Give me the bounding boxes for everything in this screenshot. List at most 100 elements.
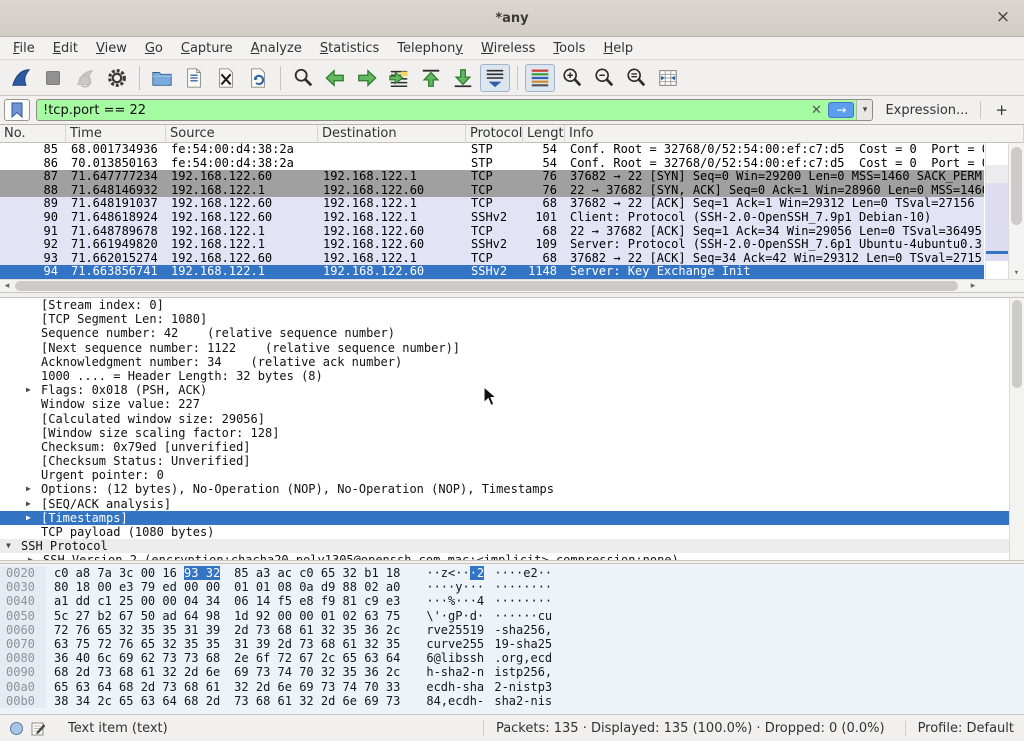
detail-line[interactable]: [Stream index: 0] xyxy=(0,298,1024,312)
detail-line[interactable]: 1000 .... = Header Length: 32 bytes (8) xyxy=(0,369,1024,383)
expert-info-icon[interactable] xyxy=(10,722,23,735)
zoom-in-button[interactable] xyxy=(557,64,587,92)
detail-line[interactable]: Checksum: 0x79ed [unverified] xyxy=(0,440,1024,454)
hex-row[interactable]: 008036 40 6c 69 62 73 73 682e 6f 72 67 2… xyxy=(0,651,1024,665)
tree-collapsed-icon[interactable]: ▶ xyxy=(26,511,41,525)
tree-collapsed-icon[interactable]: ▶ xyxy=(28,553,43,560)
go-back-button[interactable] xyxy=(320,64,350,92)
detail-line[interactable]: Sequence number: 42 (relative sequence n… xyxy=(0,326,1024,340)
packet-row[interactable]: 8971.648191037192.168.122.60192.168.122.… xyxy=(0,197,984,211)
menu-telephony[interactable]: Telephony xyxy=(388,39,472,58)
close-capture-file-button[interactable] xyxy=(211,64,241,92)
find-packet-button[interactable] xyxy=(288,64,318,92)
packet-row[interactable]: 8670.013850163fe:54:00:d4:38:2aSTP54Conf… xyxy=(0,157,984,171)
capture-comment-icon[interactable] xyxy=(31,721,46,736)
column-header-source[interactable]: Source xyxy=(166,125,318,143)
hex-row[interactable]: 006072 76 65 32 35 35 31 392d 73 68 61 3… xyxy=(0,623,1024,637)
filter-input[interactable]: !tcp.port == 22 ✕ → ▾ xyxy=(36,99,873,121)
packet-row[interactable]: 8568.001734936fe:54:00:d4:38:2aSTP54Conf… xyxy=(0,143,984,157)
column-header-no[interactable]: No. xyxy=(0,125,66,143)
hex-row[interactable]: 00b038 34 2c 65 63 64 68 2d73 68 61 32 2… xyxy=(0,694,1024,708)
detail-line[interactable]: [Calculated window size: 29056] xyxy=(0,412,1024,426)
detail-line[interactable]: ▼SSH Protocol xyxy=(0,539,1024,553)
detail-line[interactable]: [TCP Segment Len: 1080] xyxy=(0,312,1024,326)
detail-line[interactable]: [Checksum Status: Unverified] xyxy=(0,454,1024,468)
capture-options-button[interactable] xyxy=(102,64,132,92)
packet-list-scrollbar-thumb[interactable] xyxy=(1011,147,1022,225)
menu-analyze[interactable]: Analyze xyxy=(242,39,311,58)
resize-columns-button[interactable] xyxy=(653,64,683,92)
hex-row[interactable]: 007063 75 72 76 65 32 35 3531 39 2d 73 6… xyxy=(0,637,1024,651)
menu-help[interactable]: Help xyxy=(594,39,642,58)
scroll-down-icon[interactable]: ▾ xyxy=(1009,268,1024,278)
start-capture-button[interactable] xyxy=(6,64,36,92)
hscrollbar-track[interactable] xyxy=(14,280,966,293)
auto-scroll-toggle-button[interactable] xyxy=(480,64,510,92)
detail-line[interactable]: ▶Flags: 0x018 (PSH, ACK) xyxy=(0,383,1024,397)
details-scrollbar[interactable] xyxy=(1009,298,1024,560)
detail-line[interactable]: Acknowledgment number: 34 (relative ack … xyxy=(0,355,1024,369)
go-last-packet-button[interactable] xyxy=(448,64,478,92)
packet-row[interactable]: 9071.648618924192.168.122.60192.168.122.… xyxy=(0,211,984,225)
go-forward-button[interactable] xyxy=(352,64,382,92)
hscrollbar-thumb[interactable] xyxy=(15,281,958,291)
packet-row[interactable]: 8771.647777234192.168.122.60192.168.122.… xyxy=(0,170,984,184)
packet-row[interactable]: 8871.648146932192.168.122.1192.168.122.6… xyxy=(0,184,984,198)
menu-edit[interactable]: Edit xyxy=(44,39,87,58)
reload-capture-file-button[interactable] xyxy=(243,64,273,92)
zoom-out-button[interactable] xyxy=(589,64,619,92)
menu-view[interactable]: View xyxy=(87,39,136,58)
packet-list-minimap[interactable] xyxy=(985,143,1008,279)
menu-wireless[interactable]: Wireless xyxy=(472,39,544,58)
detail-line[interactable]: ▶[SEQ/ACK analysis] xyxy=(0,497,1024,511)
detail-line[interactable]: Window size value: 227 xyxy=(0,397,1024,411)
open-capture-file-button[interactable] xyxy=(147,64,177,92)
tree-expanded-icon[interactable]: ▼ xyxy=(6,539,21,553)
packet-row[interactable]: 9471.663856741192.168.122.1192.168.122.6… xyxy=(0,265,984,279)
filter-history-dropdown-icon[interactable]: ▾ xyxy=(856,99,872,121)
colorize-toggle-button[interactable] xyxy=(525,64,555,92)
filter-expression-button[interactable]: Expression... xyxy=(879,103,974,118)
hex-row[interactable]: 0040a1 dd c1 25 00 00 04 3406 14 f5 e8 f… xyxy=(0,594,1024,608)
detail-line[interactable]: ▶SSH Version 2 (encryption:chacha20_poly… xyxy=(0,553,1024,560)
save-capture-file-button[interactable] xyxy=(179,64,209,92)
tree-collapsed-icon[interactable]: ▶ xyxy=(26,497,41,511)
tree-collapsed-icon[interactable]: ▶ xyxy=(26,383,41,397)
filter-clear-icon[interactable]: ✕ xyxy=(806,103,826,118)
hex-row[interactable]: 00a065 63 64 68 2d 73 68 6132 2d 6e 69 7… xyxy=(0,680,1024,694)
detail-line[interactable]: [Window size scaling factor: 128] xyxy=(0,426,1024,440)
filter-bookmark-button[interactable] xyxy=(4,99,30,121)
menu-file[interactable]: File xyxy=(4,39,44,58)
filter-apply-icon[interactable]: → xyxy=(828,102,854,118)
menu-statistics[interactable]: Statistics xyxy=(311,39,388,58)
detail-line[interactable]: ▶[Timestamps] xyxy=(0,511,1024,525)
packet-list-scrollbar[interactable]: ▾ xyxy=(1008,143,1024,279)
go-to-packet-button[interactable] xyxy=(384,64,414,92)
hex-row[interactable]: 009068 2d 73 68 61 32 2d 6e69 73 74 70 3… xyxy=(0,665,1024,679)
zoom-100-button[interactable] xyxy=(621,64,651,92)
packet-row[interactable]: 9371.662015274192.168.122.60192.168.122.… xyxy=(0,252,984,266)
scroll-right-icon[interactable]: ▸ xyxy=(966,280,980,292)
packet-row[interactable]: 9171.648789678192.168.122.1192.168.122.6… xyxy=(0,225,984,239)
column-header-protocol[interactable]: Protocol xyxy=(466,125,523,143)
column-header-info[interactable]: Info xyxy=(565,125,1024,143)
titlebar[interactable]: *any × xyxy=(0,0,1024,37)
menu-capture[interactable]: Capture xyxy=(172,39,242,58)
filter-add-button[interactable]: + xyxy=(987,101,1016,119)
detail-line[interactable]: TCP payload (1080 bytes) xyxy=(0,525,1024,539)
detail-line[interactable]: Urgent pointer: 0 xyxy=(0,468,1024,482)
hex-row[interactable]: 003080 18 00 e3 79 ed 00 0001 01 08 0a d… xyxy=(0,580,1024,594)
tree-collapsed-icon[interactable]: ▶ xyxy=(26,482,41,496)
column-header-destination[interactable]: Destination xyxy=(318,125,466,143)
menu-tools[interactable]: Tools xyxy=(544,39,594,58)
details-scrollbar-thumb[interactable] xyxy=(1012,300,1022,388)
hex-row[interactable]: 00505c 27 b2 67 50 ad 64 981d 92 00 00 0… xyxy=(0,609,1024,623)
status-profile[interactable]: Profile: Default xyxy=(905,721,1014,736)
packet-list-hscrollbar[interactable]: ◂ ▸ xyxy=(0,279,1024,292)
stop-capture-button[interactable] xyxy=(38,64,68,92)
column-header-length[interactable]: Length xyxy=(523,125,565,143)
menu-go[interactable]: Go xyxy=(136,39,172,58)
scroll-left-icon[interactable]: ◂ xyxy=(0,280,14,292)
detail-line[interactable]: ▶Options: (12 bytes), No-Operation (NOP)… xyxy=(0,482,1024,496)
hex-row[interactable]: 0020c0 a8 7a 3c 00 16 93 3285 a3 ac c0 6… xyxy=(0,566,1024,580)
